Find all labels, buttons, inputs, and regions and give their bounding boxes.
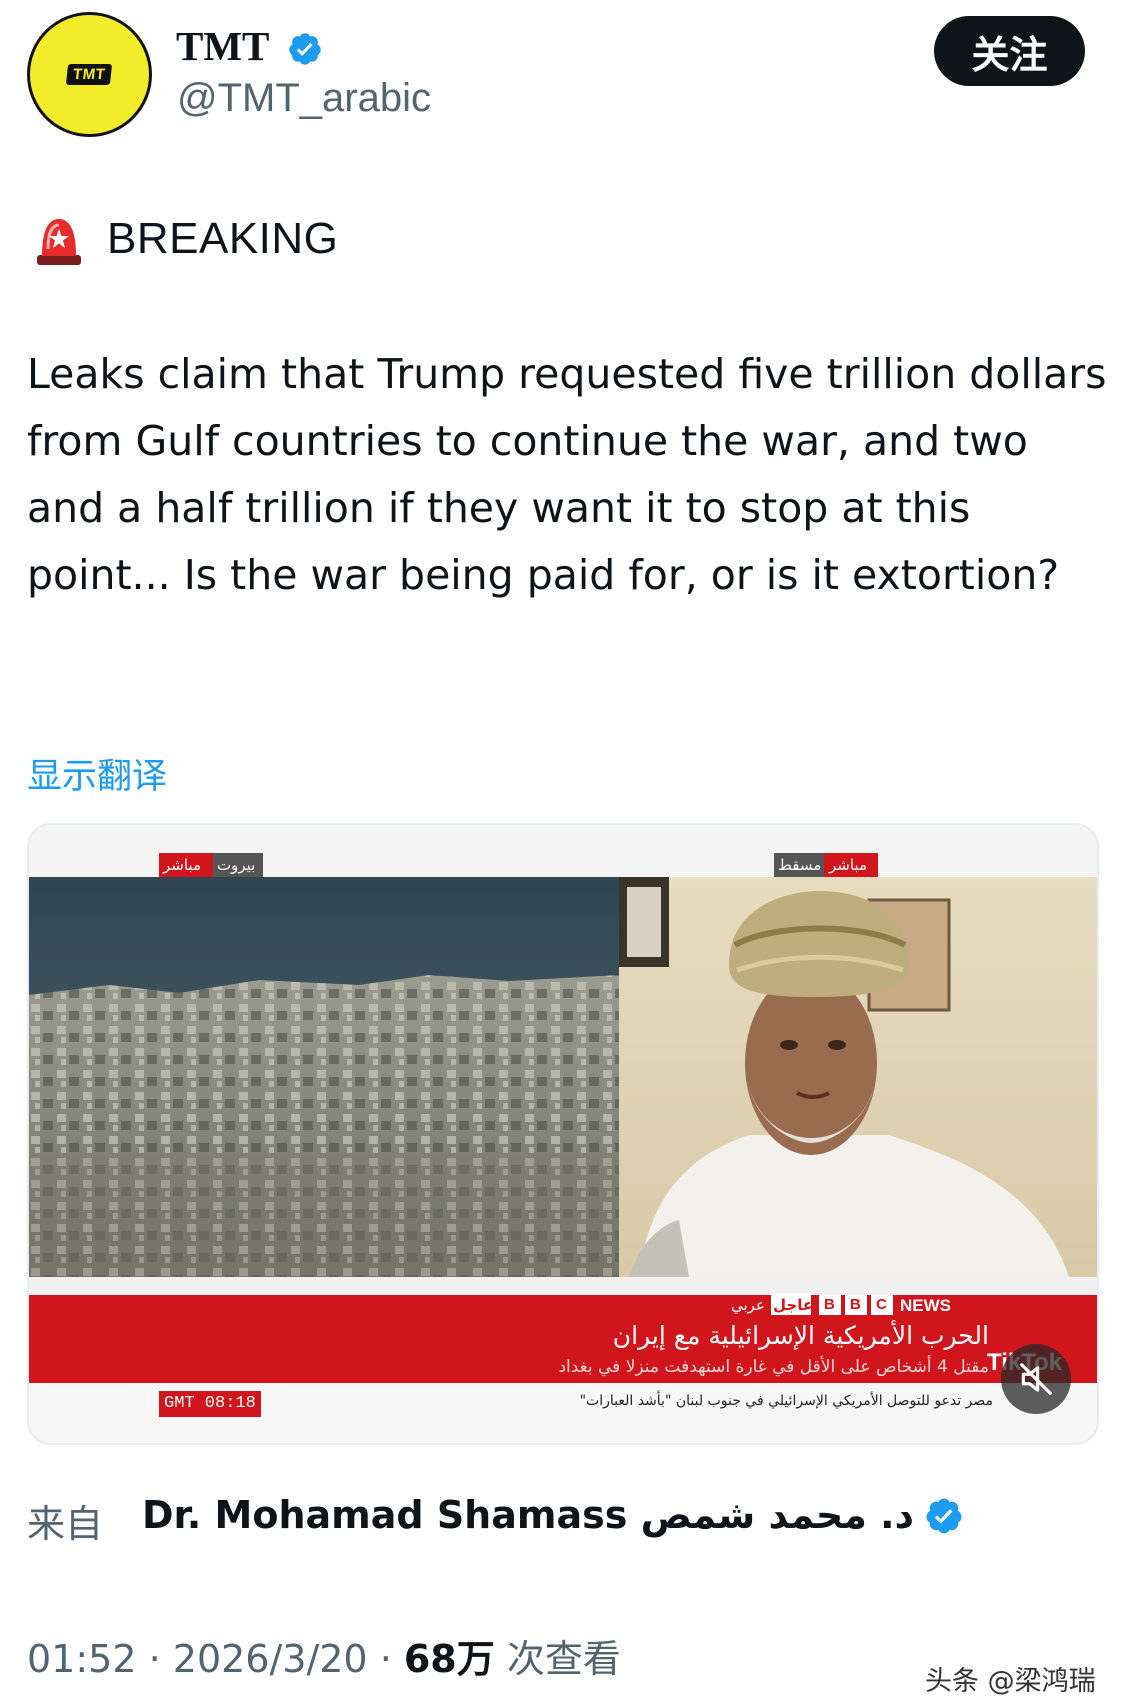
urgent-tag: عاجل <box>773 1297 814 1314</box>
breaking-label: BREAKING <box>107 214 339 263</box>
platform-watermark: 头条 @梁鸿瑞 <box>925 1666 1096 1697</box>
channel-language: عربي <box>731 1297 765 1314</box>
mute-button[interactable] <box>1001 1344 1071 1414</box>
siren-icon <box>37 219 81 265</box>
display-name[interactable]: TMT <box>176 22 269 70</box>
speaker-muted-icon <box>1020 1363 1052 1395</box>
source-prefix: 来自 <box>27 1502 104 1546</box>
handle[interactable]: @TMT_arabic <box>177 76 431 121</box>
tweet-text: Leaks claim that Trump requested five tr… <box>27 350 1107 599</box>
video-frame <box>29 825 1097 1443</box>
meta-separator: · <box>367 1637 404 1681</box>
verified-badge-icon <box>926 1498 962 1534</box>
follow-button[interactable]: 关注 <box>934 16 1085 86</box>
bbc-logo-b2: B <box>850 1296 861 1313</box>
meta-separator: · <box>136 1637 173 1681</box>
news-subline: مقتل 4 أشخاص على الأقل في غارة استهدفت م… <box>558 1357 989 1377</box>
translate-link[interactable]: 显示翻译 <box>27 748 167 799</box>
news-ticker: مصر تدعو للتوصل الأمريكي الإسرائيلي في ج… <box>579 1393 993 1409</box>
view-count: 68万 <box>403 1637 495 1681</box>
verified-badge-icon <box>289 33 321 65</box>
live-tag-left: مباشر <box>163 857 201 874</box>
avatar[interactable]: TMT <box>27 12 152 137</box>
live-tag-right: مباشر <box>829 857 867 874</box>
news-clock: GMT 08:18 <box>164 1394 256 1413</box>
tweet-time[interactable]: 01:52 <box>27 1637 137 1681</box>
news-label: NEWS <box>900 1296 951 1315</box>
location-tag-right: مسقط <box>778 857 822 874</box>
tweet-date[interactable]: 2026/3/20 <box>173 1637 368 1681</box>
bbc-logo-c: C <box>876 1296 887 1313</box>
avatar-logo: TMT <box>66 64 113 85</box>
tweet-meta: 01:52 · 2026/3/20 · 68万 次查看 <box>27 1628 621 1683</box>
location-tag-left: بيروت <box>217 857 256 874</box>
news-headline: الحرب الأمريكية الإسرائيلية مع إيران <box>612 1321 989 1350</box>
source-account-name[interactable]: Dr. Mohamad Shamass د. محمد شمص <box>142 1493 914 1537</box>
view-count-suffix: 次查看 <box>494 1637 621 1681</box>
bbc-logo-b1: B <box>824 1296 835 1313</box>
video-player[interactable]: مباشر بيروت مباشر مسقط عاجل عربي B B C N… <box>27 823 1099 1445</box>
